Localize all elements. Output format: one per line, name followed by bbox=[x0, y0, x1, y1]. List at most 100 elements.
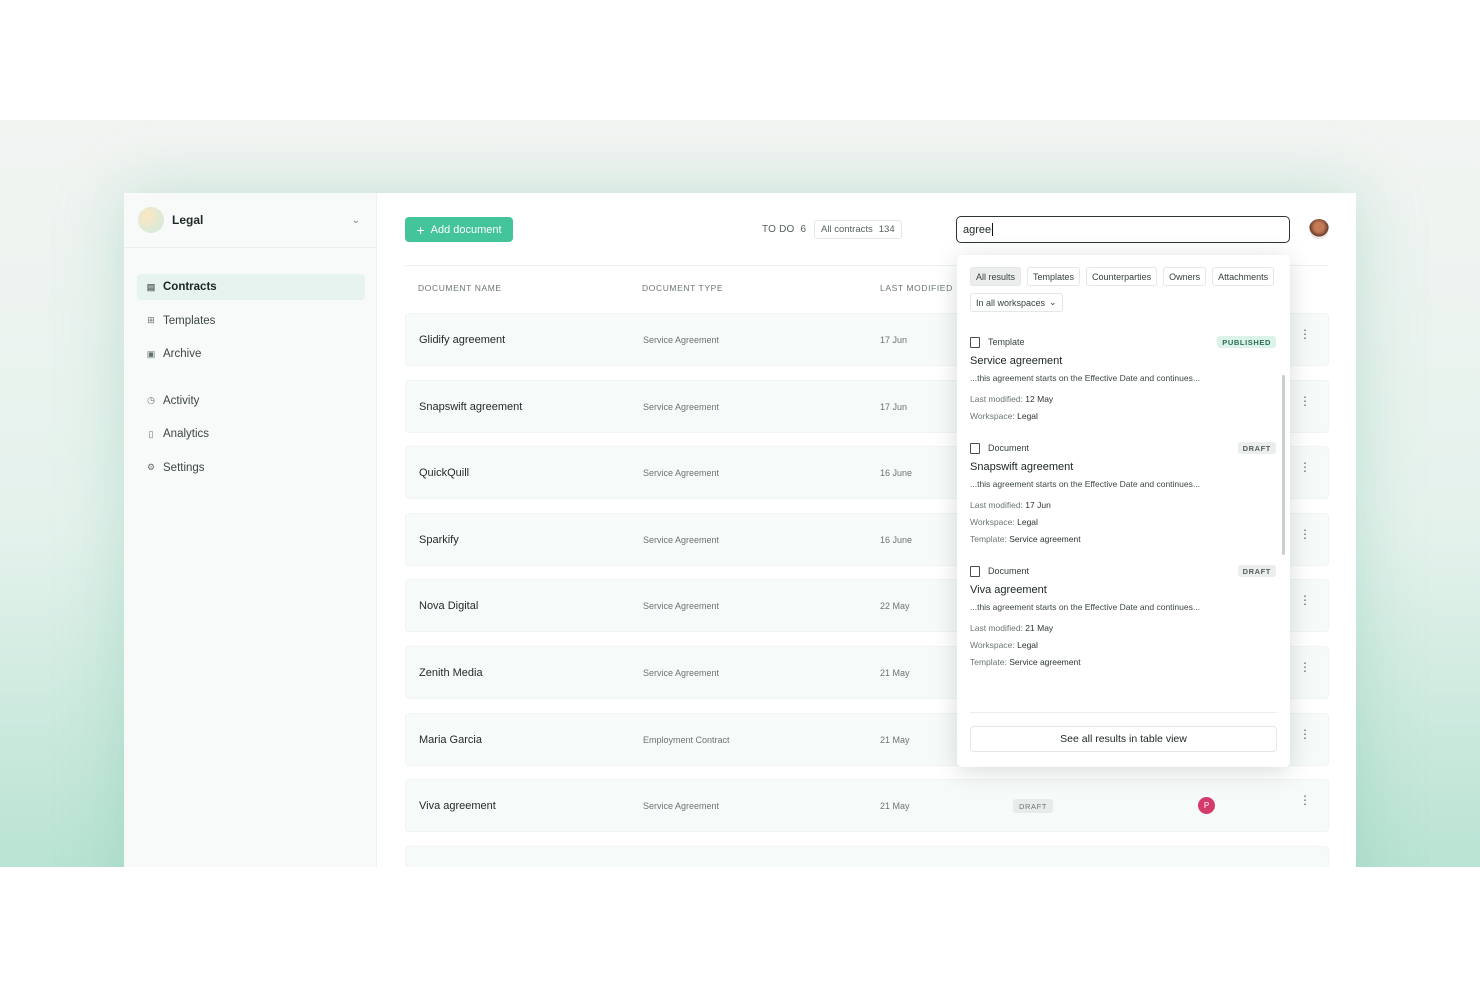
main-content: + Add document TO DO 6 All contracts 134 … bbox=[377, 193, 1356, 867]
document-type: Service Agreement bbox=[643, 534, 720, 545]
more-options-icon[interactable]: ⋮ bbox=[1299, 594, 1311, 606]
last-modified: 22 May bbox=[880, 601, 910, 612]
workspace-select[interactable]: In all workspaces ⌄ bbox=[970, 293, 1063, 312]
table-row[interactable]: Viva agreement Service Agreement 21 May … bbox=[405, 779, 1329, 833]
column-header-name[interactable]: DOCUMENT NAME bbox=[418, 283, 502, 293]
template-icon bbox=[970, 336, 980, 348]
meta-label: Template: bbox=[970, 657, 1007, 667]
document-type: Service Agreement bbox=[643, 667, 720, 678]
document-type: Service Agreement bbox=[643, 601, 720, 612]
more-options-icon[interactable]: ⋮ bbox=[1299, 395, 1311, 407]
sidebar-item-contracts[interactable]: ▤ Contracts bbox=[137, 274, 365, 300]
filter-chip-owners[interactable]: Owners bbox=[1163, 267, 1207, 286]
sidebar-item-label: Activity bbox=[163, 394, 200, 407]
meta-label: Template: bbox=[970, 534, 1007, 544]
more-options-icon[interactable]: ⋮ bbox=[1299, 661, 1311, 673]
document-icon bbox=[970, 442, 980, 454]
filter-chip-counterparties[interactable]: Counterparties bbox=[1086, 267, 1158, 286]
sidebar-item-label: Analytics bbox=[163, 428, 210, 440]
more-options-icon[interactable]: ⋮ bbox=[1299, 528, 1311, 540]
gear-icon: ⚙ bbox=[146, 462, 156, 472]
sidebar-item-analytics[interactable]: ▯ Analytics bbox=[137, 421, 365, 447]
owner-avatar[interactable]: P bbox=[1198, 797, 1215, 815]
workspace-name: Legal bbox=[172, 213, 204, 227]
result-meta: Last modified: 17 Jun Workspace: Legal T… bbox=[970, 497, 1276, 548]
chevron-down-icon: ⌄ bbox=[1049, 297, 1057, 307]
todo-label: TO DO bbox=[762, 224, 795, 235]
status-badge: PUBLISHED bbox=[1217, 336, 1276, 348]
more-options-icon[interactable]: ⋮ bbox=[1299, 794, 1311, 806]
filter-chip-all-results[interactable]: All results bbox=[970, 267, 1022, 286]
meta-label: Last modified: bbox=[970, 394, 1023, 404]
status-badge: DRAFT bbox=[1237, 565, 1276, 577]
table-row[interactable] bbox=[405, 845, 1329, 867]
last-modified: 21 May bbox=[880, 734, 910, 745]
document-name: Nova Digital bbox=[419, 600, 479, 613]
document-icon: ▤ bbox=[146, 281, 156, 292]
search-result[interactable]: Document DRAFT Snapswift agreement ...th… bbox=[970, 441, 1276, 548]
meta-value: 12 May bbox=[1025, 394, 1054, 404]
result-title: Viva agreement bbox=[970, 584, 1047, 596]
all-contracts-label: All contracts bbox=[821, 224, 873, 235]
document-name: QuickQuill bbox=[419, 467, 470, 480]
result-kind: Document bbox=[988, 566, 1030, 576]
document-type: Service Agreement bbox=[643, 801, 720, 812]
sidebar: Legal ⌄ ▤ Contracts ⊞ Templates ▣ Archiv… bbox=[124, 193, 377, 867]
workspace-switcher[interactable]: Legal ⌄ bbox=[138, 205, 360, 235]
chevron-down-icon: ⌄ bbox=[351, 214, 360, 226]
meta-value: Legal bbox=[1017, 517, 1038, 527]
user-avatar[interactable] bbox=[1309, 219, 1329, 239]
result-meta: Last modified: 12 May Workspace: Legal bbox=[970, 391, 1276, 425]
add-document-button[interactable]: + Add document bbox=[405, 217, 513, 242]
search-result[interactable]: Template PUBLISHED Service agreement ...… bbox=[970, 335, 1276, 425]
sidebar-item-settings[interactable]: ⚙ Settings bbox=[137, 455, 365, 481]
status-badge: DRAFT bbox=[1013, 799, 1053, 814]
meta-label: Last modified: bbox=[970, 500, 1023, 510]
filter-chip-attachments[interactable]: Attachments bbox=[1212, 267, 1275, 286]
column-header-modified[interactable]: LAST MODIFIED bbox=[880, 283, 953, 293]
more-options-icon[interactable]: ⋮ bbox=[1299, 461, 1311, 473]
last-modified: 21 May bbox=[880, 801, 910, 812]
document-name: Maria Garcia bbox=[419, 733, 482, 746]
result-meta: Last modified: 21 May Workspace: Legal T… bbox=[970, 620, 1276, 671]
more-options-icon[interactable]: ⋮ bbox=[1299, 328, 1311, 340]
add-document-label: Add document bbox=[430, 223, 502, 236]
filter-chip-templates[interactable]: Templates bbox=[1027, 267, 1081, 286]
meta-value: Legal bbox=[1017, 640, 1038, 650]
chart-icon: ▯ bbox=[148, 428, 154, 439]
search-value: agree bbox=[963, 223, 992, 236]
more-options-icon[interactable]: ⋮ bbox=[1299, 728, 1311, 740]
sidebar-item-archive[interactable]: ▣ Archive bbox=[137, 341, 365, 367]
workspace-avatar bbox=[138, 207, 164, 233]
app-window: Legal ⌄ ▤ Contracts ⊞ Templates ▣ Archiv… bbox=[124, 193, 1356, 867]
last-modified: 16 June bbox=[880, 534, 913, 545]
last-modified: 21 May bbox=[880, 667, 910, 678]
last-modified: 17 Jun bbox=[880, 401, 908, 412]
meta-value: 21 May bbox=[1025, 623, 1054, 633]
meta-value: Service agreement bbox=[1009, 534, 1081, 544]
all-contracts-filter[interactable]: All contracts 134 bbox=[814, 220, 902, 239]
search-result[interactable]: Document DRAFT Viva agreement ...this ag… bbox=[970, 564, 1276, 671]
todo-count: 6 bbox=[800, 224, 807, 235]
sidebar-item-templates[interactable]: ⊞ Templates bbox=[137, 308, 365, 334]
scrollbar[interactable] bbox=[1282, 375, 1285, 555]
sidebar-item-label: Contracts bbox=[163, 281, 217, 293]
meta-label: Workspace: bbox=[970, 411, 1015, 421]
sidebar-item-activity[interactable]: ◷ Activity bbox=[137, 388, 365, 414]
column-header-type[interactable]: DOCUMENT TYPE bbox=[642, 283, 723, 293]
template-icon: ⊞ bbox=[147, 315, 155, 325]
result-kind: Template bbox=[988, 337, 1025, 347]
document-name: Snapswift agreement bbox=[419, 400, 523, 413]
sidebar-item-label: Archive bbox=[163, 348, 202, 360]
status-badge: DRAFT bbox=[1237, 442, 1276, 454]
document-type: Service Agreement bbox=[643, 468, 720, 479]
search-input[interactable]: agree bbox=[956, 216, 1290, 243]
todo-filter[interactable]: TO DO 6 bbox=[762, 224, 806, 235]
see-all-results-button[interactable]: See all results in table view bbox=[970, 726, 1277, 752]
result-snippet: ...this agreement starts on the Effectiv… bbox=[970, 373, 1200, 383]
archive-icon: ▣ bbox=[146, 348, 156, 359]
document-type: Employment Contract bbox=[643, 734, 730, 745]
plus-icon: + bbox=[416, 221, 425, 238]
meta-value: Service agreement bbox=[1009, 657, 1081, 667]
